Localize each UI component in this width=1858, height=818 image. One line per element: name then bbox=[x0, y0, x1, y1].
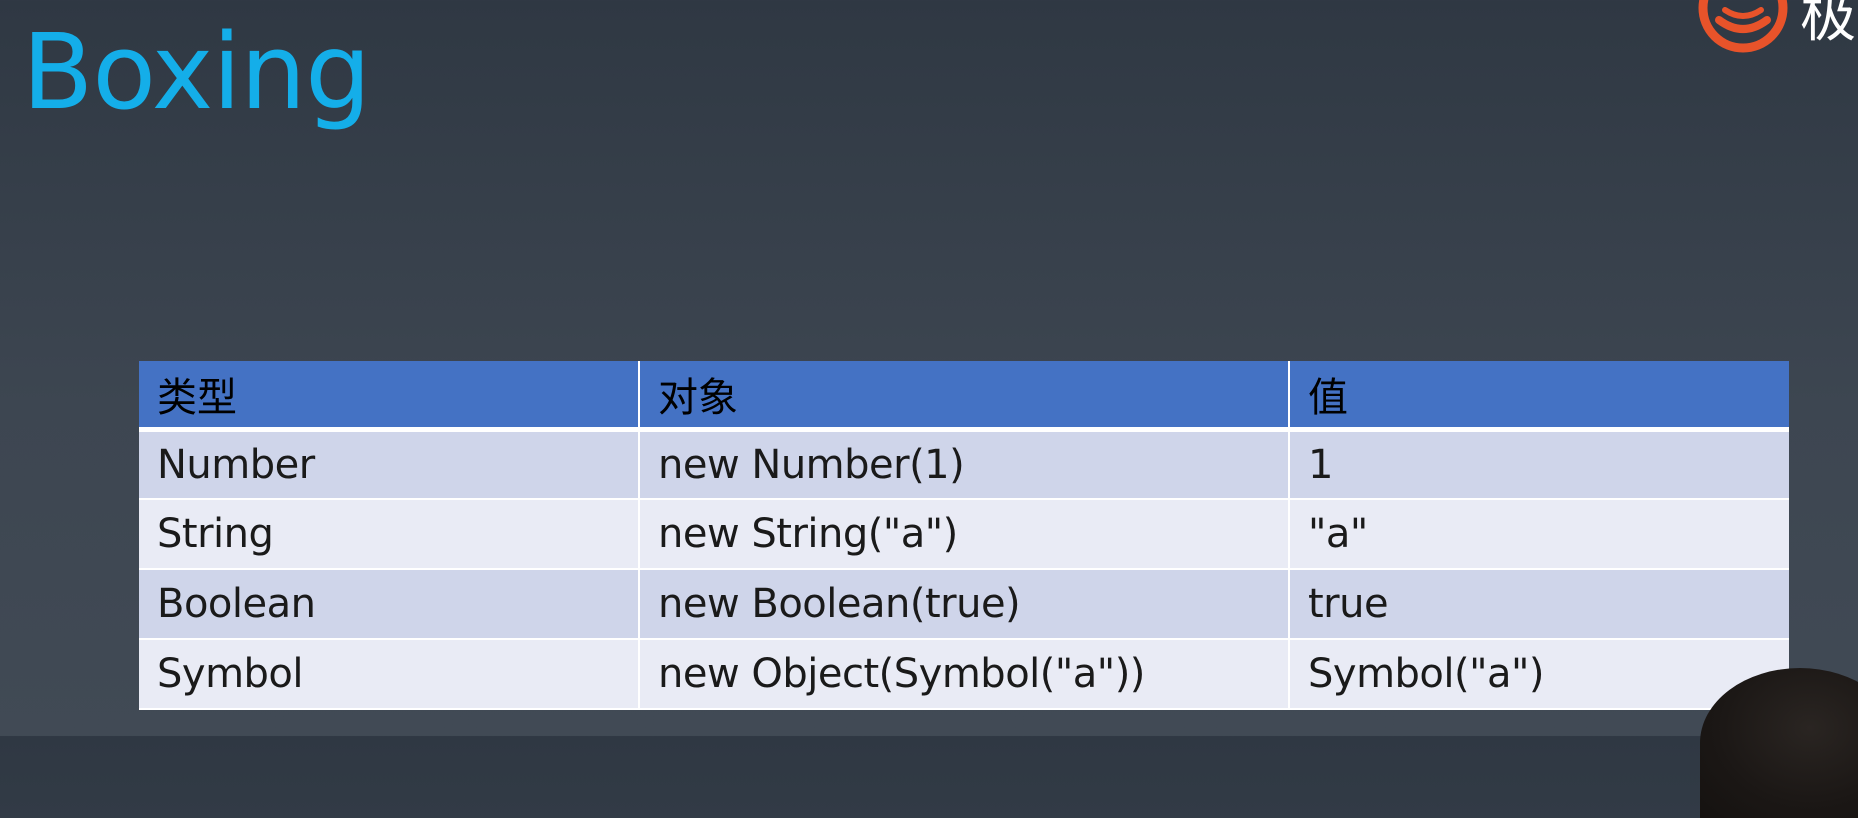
brand-logo-char: 极 bbox=[1800, 0, 1856, 50]
brand-logo-icon bbox=[1698, 0, 1788, 53]
header-value: 值 bbox=[1289, 361, 1789, 432]
cell-type: Number bbox=[139, 429, 640, 500]
table-row: Number new Number(1) 1 bbox=[139, 429, 1789, 500]
table-row: String new String("a") "a" bbox=[139, 499, 1789, 570]
boxing-table: 类型 对象 值 Number new Number(1) 1 String ne… bbox=[139, 361, 1789, 710]
table-row: Symbol new Object(Symbol("a")) Symbol("a… bbox=[139, 639, 1789, 710]
cell-object: new String("a") bbox=[639, 499, 1290, 570]
slide-title: Boxing bbox=[22, 11, 371, 133]
cell-type: Boolean bbox=[139, 569, 640, 640]
header-object: 对象 bbox=[639, 361, 1290, 432]
cell-value: 1 bbox=[1289, 429, 1789, 500]
table-header-row: 类型 对象 值 bbox=[139, 361, 1789, 432]
cell-type: Symbol bbox=[139, 639, 640, 710]
table-row: Boolean new Boolean(true) true bbox=[139, 569, 1789, 640]
cell-value: Symbol("a") bbox=[1289, 639, 1789, 710]
header-type: 类型 bbox=[139, 361, 640, 432]
cell-object: new Boolean(true) bbox=[639, 569, 1290, 640]
cell-type: String bbox=[139, 499, 640, 570]
cell-object: new Object(Symbol("a")) bbox=[639, 639, 1290, 710]
cell-value: true bbox=[1289, 569, 1789, 640]
cell-value: "a" bbox=[1289, 499, 1789, 570]
cell-object: new Number(1) bbox=[639, 429, 1290, 500]
